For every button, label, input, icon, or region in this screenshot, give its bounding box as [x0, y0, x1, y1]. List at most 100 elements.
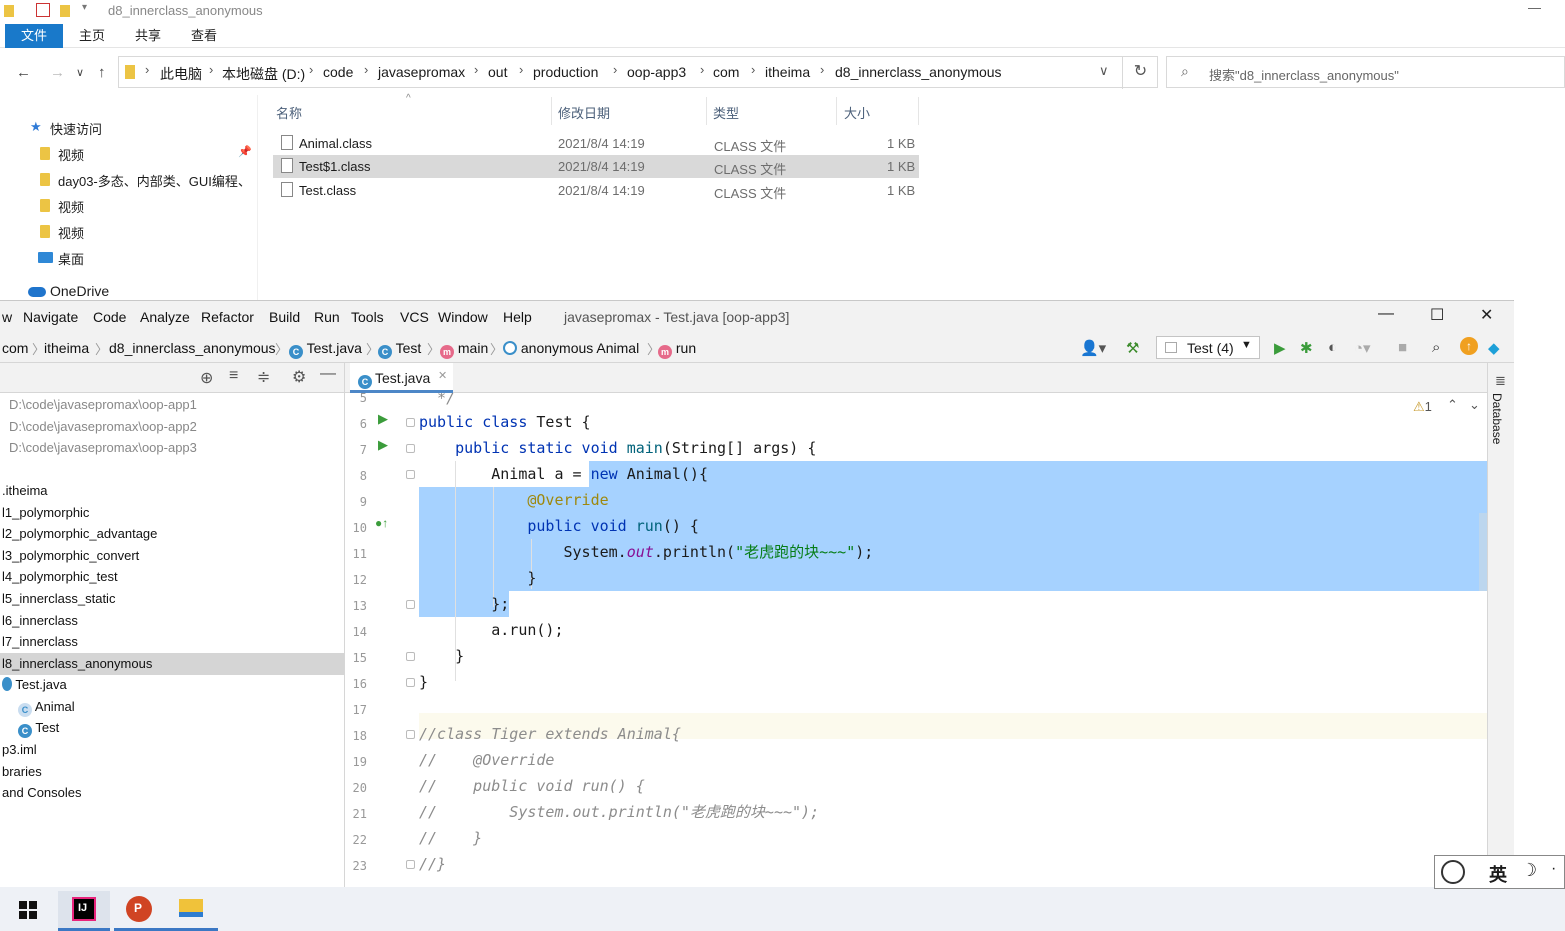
search-input[interactable]: ⌕ 搜索"d8_innerclass_anonymous"	[1166, 56, 1565, 88]
tree-item[interactable]: l3_polymorphic_convert	[2, 548, 139, 563]
coverage-icon[interactable]: ◐	[1328, 339, 1337, 356]
nav-itheima[interactable]: itheima	[44, 340, 89, 356]
address-bar[interactable]: › 此电脑 › 本地磁盘 (D:) › code › javasepromax …	[118, 56, 1158, 89]
crumb-code[interactable]: code	[323, 64, 353, 80]
moon-icon[interactable]: ☽	[1521, 860, 1537, 881]
taskbar-file-explorer[interactable]	[166, 891, 218, 931]
close-tab-icon[interactable]: ✕	[438, 369, 447, 382]
address-dropdown-chevron-icon[interactable]: ∨	[1099, 63, 1109, 79]
column-size[interactable]: 大小	[844, 103, 870, 122]
nav-quick-access[interactable]: ★ 快速访问	[0, 115, 256, 139]
menu-code[interactable]: Code	[93, 309, 126, 325]
database-tool-button[interactable]: Database	[1490, 393, 1504, 444]
build-hammer-icon[interactable]: ⚒	[1126, 339, 1139, 357]
tab-test-java[interactable]: C Test.java ✕	[350, 363, 453, 393]
plugin-icon[interactable]: ◆	[1488, 339, 1500, 357]
taskbar-powerpoint[interactable]: P	[114, 891, 166, 931]
fold-icon[interactable]	[406, 730, 415, 739]
file-row[interactable]: Test.class 2021/8/4 14:19 CLASS 文件 1 KB	[273, 179, 919, 202]
search-everywhere-icon[interactable]: ⌕	[1432, 339, 1440, 356]
nav-item-day03[interactable]: day03-多态、内部类、GUI编程、	[0, 167, 256, 191]
fold-icon[interactable]	[406, 470, 415, 479]
menu-build[interactable]: Build	[269, 309, 300, 325]
tab-share[interactable]: 共享	[126, 24, 170, 48]
menu-analyze[interactable]: Analyze	[140, 309, 190, 325]
maximize-button[interactable]: ☐	[1430, 305, 1444, 325]
menu-window[interactable]: Window	[438, 309, 488, 325]
run-icon[interactable]: ▶	[1274, 339, 1286, 357]
tree-item-selected[interactable]: l8_innerclass_anonymous	[2, 656, 152, 671]
account-icon[interactable]: 👤▾	[1080, 339, 1106, 357]
properties-icon[interactable]	[36, 3, 50, 17]
back-arrow-icon[interactable]: ←	[16, 64, 31, 81]
fold-icon[interactable]	[406, 860, 415, 869]
crumb-out[interactable]: out	[488, 64, 507, 80]
crumb-itheima[interactable]: itheima	[765, 64, 810, 80]
menu-view-partial[interactable]: w	[2, 309, 12, 325]
prev-highlight-icon[interactable]: ⌃	[1447, 397, 1458, 413]
column-type[interactable]: 类型	[713, 103, 739, 122]
column-date[interactable]: 修改日期	[558, 103, 610, 122]
tab-file[interactable]: 文件	[5, 24, 63, 48]
fold-icon[interactable]	[406, 600, 415, 609]
ime-mode-label[interactable]: 英	[1489, 861, 1507, 887]
crumb-d8-innerclass-anonymous[interactable]: d8_innerclass_anonymous	[835, 64, 1002, 80]
nav-com[interactable]: com	[2, 340, 28, 356]
tree-item[interactable]: .itheima	[2, 483, 48, 498]
menu-tools[interactable]: Tools	[351, 309, 384, 325]
run-gutter-icon[interactable]: ▶	[378, 437, 388, 453]
up-arrow-icon[interactable]: ↑	[98, 64, 106, 81]
menu-refactor[interactable]: Refactor	[201, 309, 254, 325]
code-area[interactable]: 5 6 7 8 9 10 11 12 13 14 15 16 17 18 19 …	[345, 393, 1495, 888]
file-row-selected[interactable]: Test$1.class 2021/8/4 14:19 CLASS 文件 1 K…	[273, 155, 919, 178]
minimize-button[interactable]: —	[1378, 305, 1394, 323]
new-folder-icon[interactable]	[60, 5, 70, 17]
tree-item-test-java[interactable]: Test.java	[2, 677, 67, 692]
locate-icon[interactable]: ⊕	[200, 368, 213, 388]
minimize-button[interactable]: —	[1528, 0, 1541, 15]
tree-item[interactable]: l2_polymorphic_advantage	[2, 526, 157, 541]
collapse-all-icon[interactable]: ≑	[257, 367, 270, 387]
nav-item-video-2[interactable]: 视频	[0, 193, 256, 217]
file-row[interactable]: Animal.class 2021/8/4 14:19 CLASS 文件 1 K…	[273, 132, 919, 155]
quick-access-toolbar-dropdown[interactable]: ▾	[82, 2, 87, 13]
nav-anonymous-animal[interactable]: anonymous Animal	[503, 340, 639, 356]
tree-item[interactable]: l7_innerclass	[2, 634, 78, 649]
menu-run[interactable]: Run	[314, 309, 340, 325]
crumb-javasepromax[interactable]: javasepromax	[378, 64, 465, 80]
tree-item-scratches[interactable]: and Consoles	[2, 785, 82, 800]
update-icon[interactable]: ↑	[1460, 337, 1478, 355]
nav-package[interactable]: d8_innerclass_anonymous	[109, 340, 276, 356]
stop-icon[interactable]: ■	[1398, 339, 1407, 356]
recent-locations-chevron-icon[interactable]: ∨	[76, 66, 84, 79]
taskbar-intellij[interactable]: IJ	[58, 891, 110, 931]
tree-item-animal[interactable]: C Animal	[18, 699, 75, 717]
warning-icon[interactable]: ⚠1	[1413, 399, 1432, 415]
profile-icon[interactable]: ◔▾	[1354, 339, 1371, 357]
override-gutter-icon[interactable]: ●↑	[375, 516, 388, 530]
nav-test-java[interactable]: C Test.java	[289, 340, 362, 359]
nav-item-video-3[interactable]: 视频	[0, 219, 256, 243]
ime-logo-icon[interactable]	[1441, 860, 1465, 884]
tree-item-iml[interactable]: p3.iml	[2, 742, 37, 757]
punctuation-icon[interactable]: ·	[1551, 860, 1556, 878]
debug-icon[interactable]: ✱	[1300, 339, 1313, 357]
tree-item[interactable]: l1_polymorphic	[2, 505, 89, 520]
tree-item[interactable]: l4_polymorphic_test	[2, 569, 118, 584]
hide-icon[interactable]: —	[320, 365, 336, 383]
pin-icon[interactable]: 📌	[238, 145, 252, 158]
menu-vcs[interactable]: VCS	[400, 309, 429, 325]
windows-start-icon[interactable]	[19, 901, 37, 919]
tree-item-libraries[interactable]: braries	[2, 764, 42, 779]
crumb-local-disk-d[interactable]: 本地磁盘 (D:)	[222, 64, 305, 84]
refresh-icon[interactable]: ↻	[1122, 57, 1158, 89]
gear-icon[interactable]: ⚙	[292, 367, 306, 387]
nav-class-test[interactable]: C Test	[378, 340, 421, 359]
crumb-oop-app3[interactable]: oop-app3	[627, 64, 686, 80]
menu-help[interactable]: Help	[503, 309, 532, 325]
fold-icon[interactable]	[406, 678, 415, 687]
tab-view[interactable]: 查看	[182, 24, 226, 48]
next-highlight-icon[interactable]: ⌄	[1469, 397, 1480, 413]
tree-item-test[interactable]: C Test	[18, 720, 59, 738]
crumb-production[interactable]: production	[533, 64, 598, 80]
